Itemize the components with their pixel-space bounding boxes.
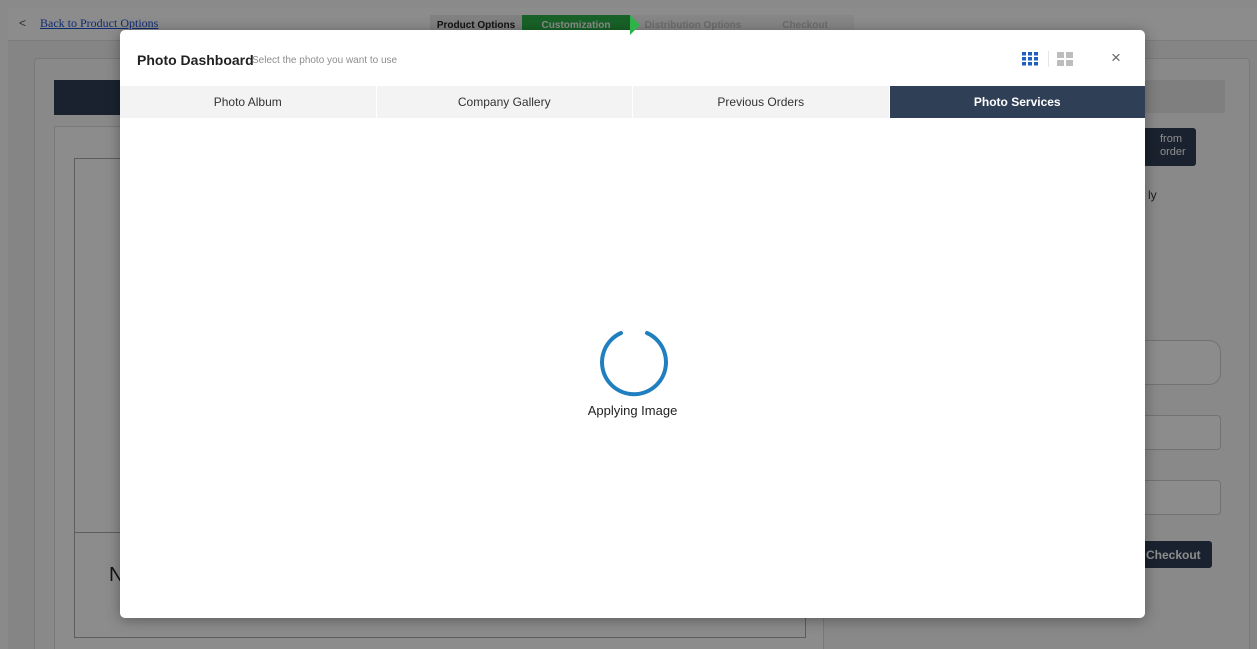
view-toggle-divider bbox=[1048, 51, 1049, 67]
tab-previous-orders[interactable]: Previous Orders bbox=[633, 86, 890, 118]
photo-source-tabs: Photo Album Company Gallery Previous Ord… bbox=[120, 86, 1145, 118]
photo-dashboard-modal: Photo Dashboard Select the photo you wan… bbox=[120, 30, 1145, 618]
close-icon[interactable]: × bbox=[1107, 48, 1125, 68]
modal-subtitle: Select the photo you want to use bbox=[252, 55, 398, 66]
tab-photo-album[interactable]: Photo Album bbox=[120, 86, 377, 118]
tab-photo-services[interactable]: Photo Services bbox=[889, 86, 1145, 118]
loading-spinner-icon bbox=[599, 331, 668, 397]
large-grid-view-icon[interactable] bbox=[1057, 52, 1073, 66]
modal-title: Photo Dashboard bbox=[137, 52, 254, 68]
loading-indicator: Applying Image bbox=[120, 328, 1145, 418]
loading-text: Applying Image bbox=[587, 403, 678, 418]
modal-header: Photo Dashboard Select the photo you wan… bbox=[120, 30, 1145, 86]
grid-view-icon[interactable] bbox=[1022, 52, 1038, 66]
tab-company-gallery[interactable]: Company Gallery bbox=[377, 86, 633, 118]
